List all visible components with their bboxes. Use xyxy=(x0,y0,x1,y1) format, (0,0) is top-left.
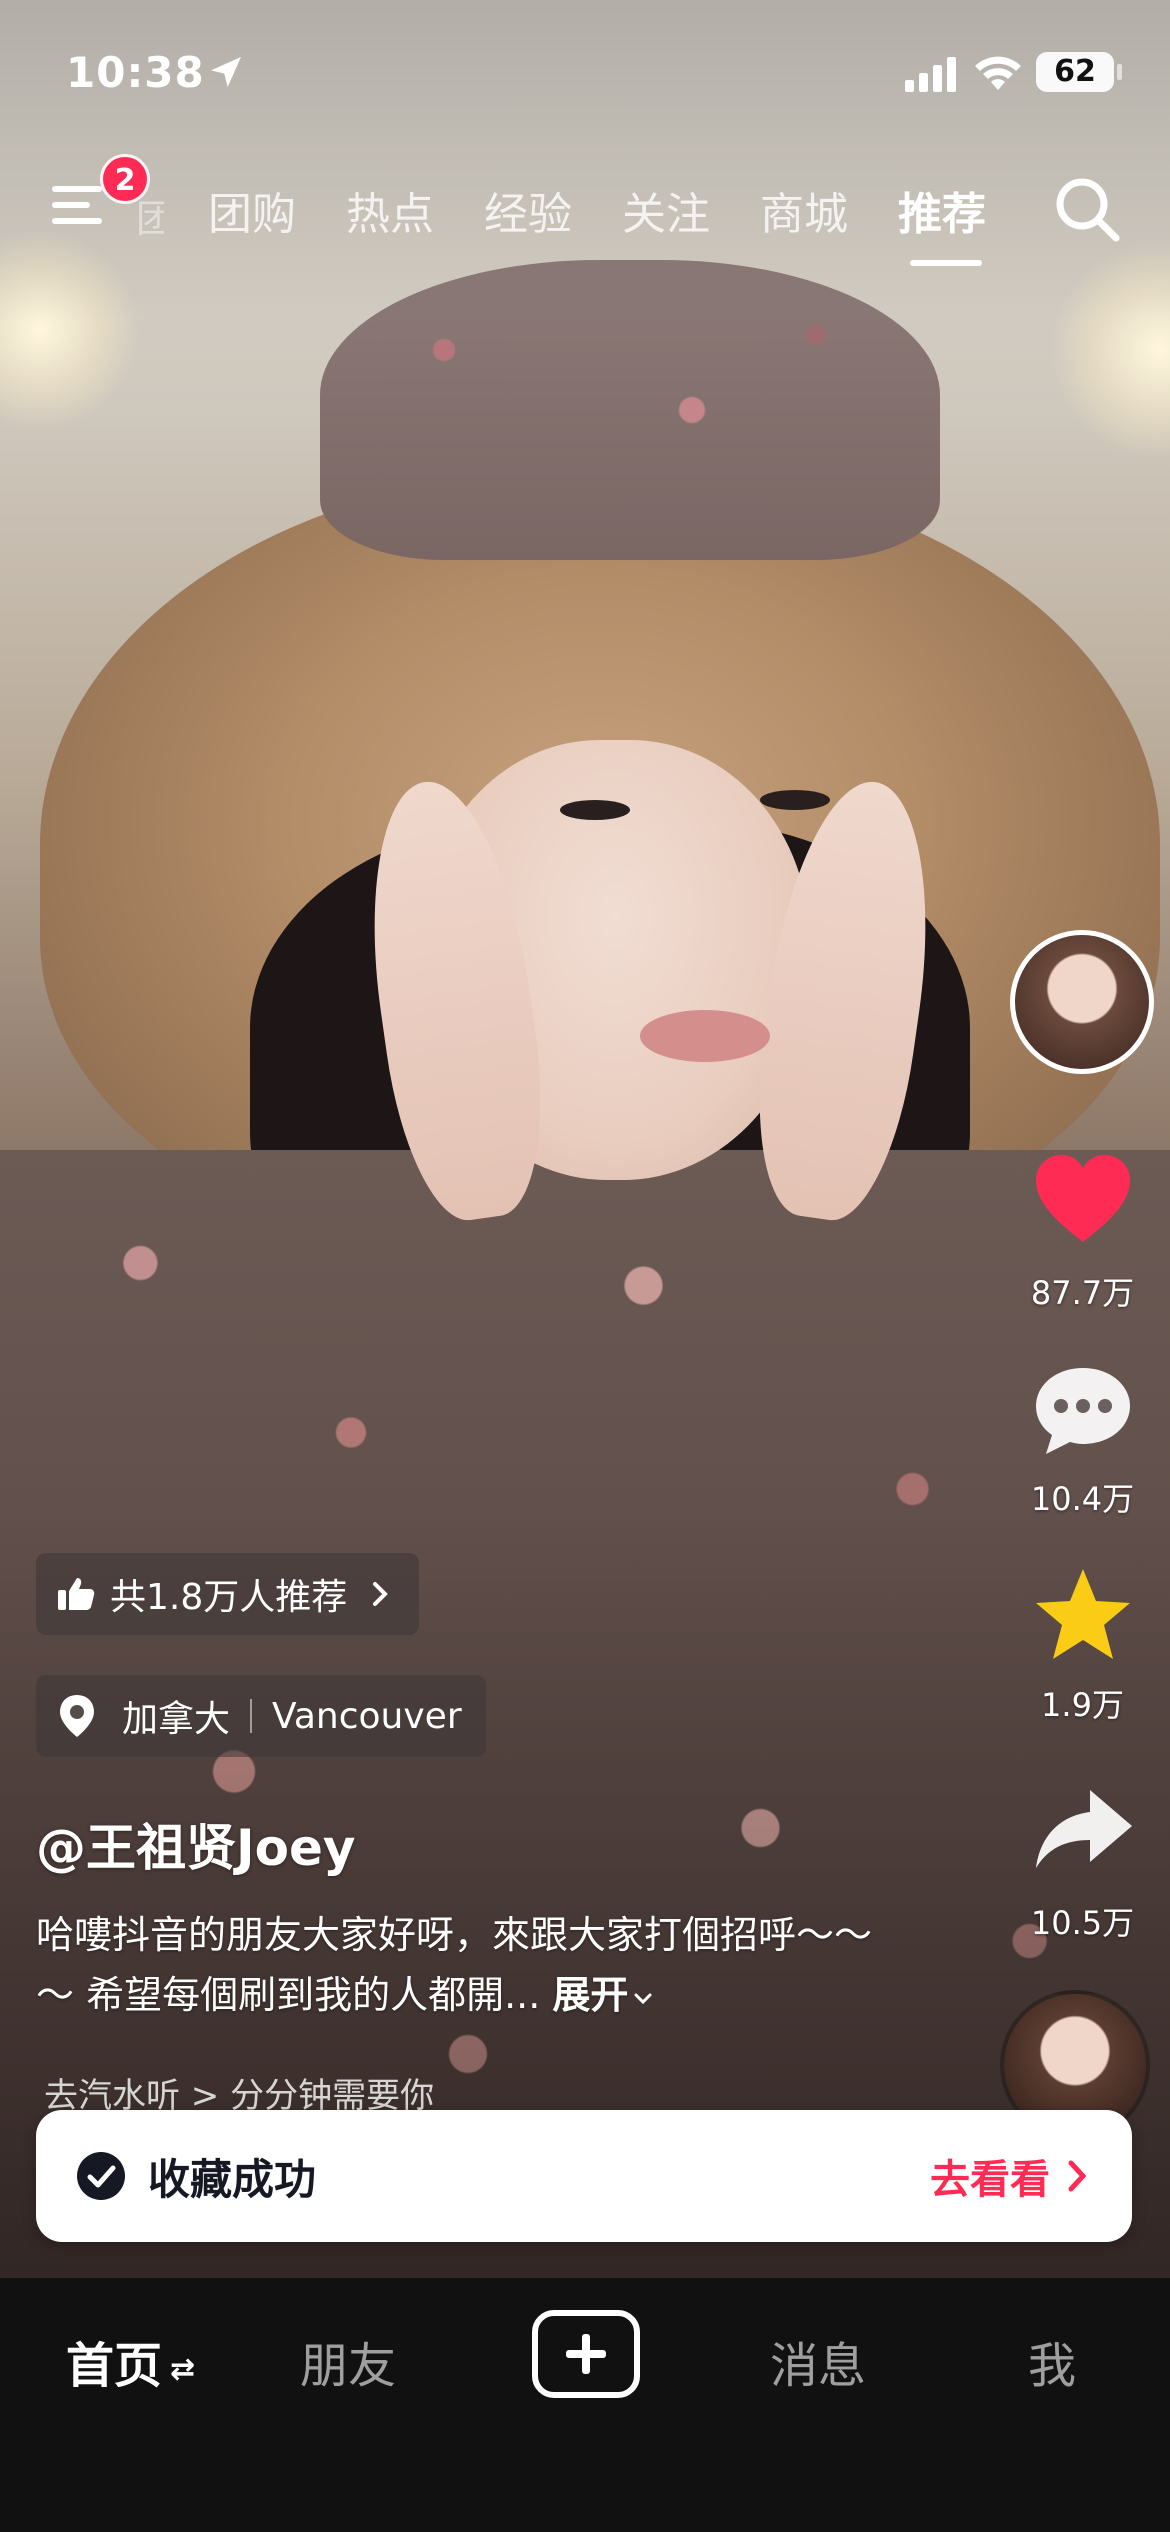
author-avatar[interactable] xyxy=(1010,930,1154,1074)
like-count: 87.7万 xyxy=(1030,1274,1135,1312)
location-divider xyxy=(250,1699,253,1733)
toast-view-button[interactable]: 去看看 xyxy=(930,2147,1092,2205)
battery-indicator: 62 xyxy=(1036,52,1114,92)
thumbs-up-icon xyxy=(58,1578,95,1610)
check-circle-icon xyxy=(77,2152,125,2200)
active-tab-indicator xyxy=(910,260,982,266)
tab-home[interactable]: 首页 ⇄ xyxy=(66,2326,195,2396)
favorite-count: 1.9万 xyxy=(1041,1686,1124,1724)
top-nav: 2 团 团购 热点 经验 关注 商城 推荐 xyxy=(0,150,1170,270)
tab-group-buy[interactable]: 团购 xyxy=(208,178,296,242)
battery-cap xyxy=(1117,64,1122,80)
share-count: 10.5万 xyxy=(1030,1904,1135,1942)
tab-recommend[interactable]: 推荐 xyxy=(898,178,986,242)
location-chip[interactable]: 加拿大 Vancouver xyxy=(36,1675,486,1757)
video-description[interactable]: 哈嘍抖音的朋友大家好呀，來跟大家打個招呼～～～ 希望每個刷到我的人都開... 展… xyxy=(36,1905,896,2025)
wifi-icon xyxy=(975,56,1021,90)
star-icon[interactable] xyxy=(1028,1565,1138,1665)
author-name[interactable]: @王祖贤Joey xyxy=(36,1808,355,1880)
tab-mall[interactable]: 商城 xyxy=(760,178,848,242)
home-indicator xyxy=(395,2496,775,2508)
location-region: 加拿大 xyxy=(122,1699,231,1740)
refresh-arrows-icon: ⇄ xyxy=(170,2351,196,2387)
tab-friends[interactable]: 朋友 xyxy=(300,2326,396,2396)
tab-home-label: 首页 xyxy=(66,2338,163,2394)
location-arrow-icon xyxy=(211,57,241,87)
recommend-chip[interactable]: 共1.8万人推荐 xyxy=(36,1553,420,1635)
tab-experience[interactable]: 经验 xyxy=(484,178,572,242)
location-city: Vancouver xyxy=(272,1695,462,1737)
bottom-tab-bar: 首页 ⇄ 朋友 消息 我 xyxy=(0,2278,1170,2532)
tab-partial[interactable]: 团 xyxy=(136,188,164,243)
search-icon[interactable] xyxy=(1052,174,1122,244)
comment-count: 10.4万 xyxy=(1030,1480,1135,1518)
share-icon[interactable] xyxy=(1028,1780,1138,1880)
menu-icon[interactable] xyxy=(52,180,108,230)
favorite-toast: 收藏成功 去看看 xyxy=(36,2110,1132,2242)
toast-action-label: 去看看 xyxy=(930,2157,1050,2203)
status-bar: 10:38 62 xyxy=(0,40,1170,110)
eye-right xyxy=(760,790,830,810)
comment-icon[interactable] xyxy=(1028,1360,1138,1460)
plus-icon xyxy=(566,2334,606,2374)
toast-message: 收藏成功 xyxy=(148,2154,317,2204)
lips xyxy=(640,1010,770,1062)
tab-following[interactable]: 关注 xyxy=(622,178,710,242)
location-pin-icon xyxy=(60,1695,94,1737)
heart-icon[interactable] xyxy=(1028,1150,1138,1250)
signal-icon xyxy=(905,57,956,92)
description-text: 哈嘍抖音的朋友大家好呀，來跟大家打個招呼～～～ 希望每個刷到我的人都開... xyxy=(36,1913,873,2017)
tab-messages[interactable]: 消息 xyxy=(770,2326,866,2396)
eye-left xyxy=(560,800,630,820)
expand-link[interactable]: 展开 xyxy=(552,1973,628,2017)
status-time: 10:38 xyxy=(66,48,205,97)
chevron-right-icon xyxy=(1068,2160,1087,2192)
chevron-right-icon xyxy=(373,1582,389,1606)
recommend-text: 共1.8万人推荐 xyxy=(110,1577,348,1618)
tab-me[interactable]: 我 xyxy=(1028,2326,1076,2396)
tab-hot[interactable]: 热点 xyxy=(346,178,434,242)
chevron-down-icon xyxy=(634,1993,652,2004)
create-button[interactable] xyxy=(532,2310,640,2398)
